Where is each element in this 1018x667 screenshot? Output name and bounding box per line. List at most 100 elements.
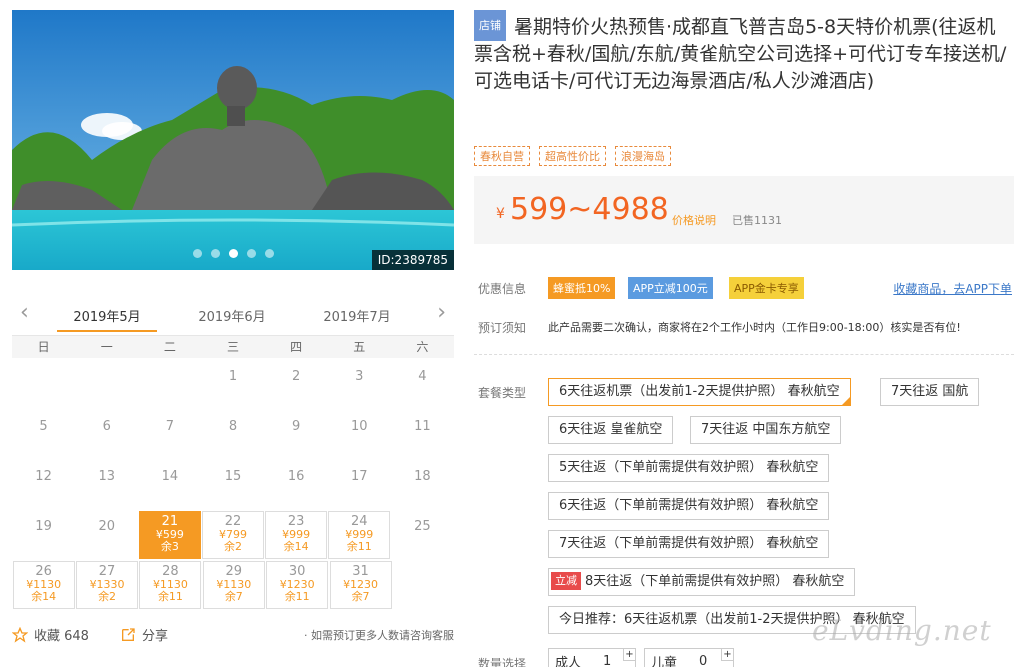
calendar-date-available[interactable]: 21 ¥599 余3 [138,511,201,559]
share-label: 分享 [142,629,169,644]
calendar-date [139,361,201,409]
calendar-date: 11 [392,411,454,459]
calendar-date-available[interactable]: 27 ¥1330 余2 [76,561,139,609]
calendar-week-row: 1 2 3 4 [12,360,454,410]
child-plus-button[interactable]: + [721,649,733,661]
calendar-date: 1 [202,361,264,409]
calendar-date [76,361,138,409]
product-tag: 春秋自营 [474,146,530,166]
package-option[interactable]: 6天往返 皇雀航空 [548,416,674,444]
calendar-date-available[interactable]: 24 ¥999 余11 [328,511,391,559]
weekday-label: 六 [416,340,429,354]
adult-quantity-stepper[interactable]: 成人 1 + [548,648,636,667]
calendar-date: 7 [139,411,201,459]
date-number: 14 [161,469,179,484]
calendar-week-row: 26 ¥1130 余14 27 ¥1330 余2 28 ¥1130 余11 29 ¥1130 余7 30… [12,560,454,610]
calendar-date-available[interactable]: 31 ¥1230 余7 [329,561,392,609]
calendar-date-available[interactable]: 28 ¥1130 余11 [139,561,202,609]
weekday-label: 五 [353,340,366,354]
promo-label: 优惠信息 [478,282,527,296]
weekday-label: 四 [290,340,303,354]
share-button[interactable]: 分享 [120,625,168,644]
carousel-dot[interactable] [228,249,238,258]
promo-badge: APP立减100元 [628,277,713,299]
date-number: 8 [228,419,238,434]
tab-month-may[interactable]: 2019年5月 [57,306,157,332]
prev-month-arrow-icon[interactable]: ‹ [20,300,29,325]
product-image-carousel[interactable]: ID:2389785 [12,10,454,270]
calendar-date: 17 [328,461,390,509]
date-number: 24 [351,514,368,529]
calendar-date: 3 [328,361,390,409]
calendar-date: 6 [76,411,138,459]
date-number: 29 [225,564,243,579]
date-number: 12 [35,469,52,484]
date-number: 11 [414,419,431,434]
calendar-date: 8 [202,411,264,459]
adult-plus-button[interactable]: + [623,649,635,661]
date-number: 18 [414,469,431,484]
package-option[interactable]: 7天往返 中国东方航空 [690,416,842,444]
favorite-button[interactable]: 收藏 648 [12,625,89,644]
group-booking-note: · 如需预订更多人数请咨询客服 [304,629,454,642]
quantity-label: 数量选择 [478,657,527,667]
package-option[interactable]: 立减 8天往返（下单前需提供有效护照） 春秋航空 [548,568,856,596]
star-icon [12,626,28,643]
date-number: 13 [98,469,115,484]
watermark: eLvding.net [812,614,992,647]
carousel-dot[interactable] [264,249,274,258]
weekday-label: 一 [100,340,113,354]
price-explanation-link[interactable]: 价格说明 [672,212,716,228]
left-footer: 收藏 648 分享 · 如需预订更多人数请咨询客服 [12,625,454,647]
date-number: 9 [291,419,301,434]
calendar-date-available[interactable]: 26 ¥1130 余14 [12,561,75,609]
calendar-date: 15 [202,461,264,509]
favorite-count: 收藏 648 [34,629,89,644]
carousel-dot[interactable] [210,249,220,258]
product-title-text: 暑期特价火热预售·成都直飞普吉岛5-8天特价机票(往返机票含税+春秋/国航/东航… [474,16,1007,92]
weekday-header: 日一二三四五六 [12,336,454,358]
calendar-date: 16 [265,461,327,509]
date-number: 23 [287,514,305,529]
date-number: 17 [351,469,368,484]
product-title: 店铺 暑期特价火热预售·成都直飞普吉岛5-8天特价机票(往返机票含税+春秋/国航/… [474,10,1014,95]
favorite-go-app-link[interactable]: 收藏商品，去APP下单 [893,280,1012,297]
package-option[interactable]: 6天往返机票（出发前1-2天提供护照） 春秋航空 [548,378,851,406]
calendar-date-available[interactable]: 29 ¥1130 余7 [202,561,265,609]
date-number: 5 [39,419,48,434]
date-number: 15 [224,469,242,484]
calendar-date: 4 [392,361,454,409]
calendar-date-available[interactable]: 30 ¥1230 余11 [266,561,329,609]
package-option[interactable]: 7天往返（下单前需提供有效护照） 春秋航空 [548,530,830,558]
promo-badge: APP金卡专享 [729,277,804,299]
next-month-arrow-icon[interactable]: › [437,300,446,325]
date-remaining: 余7 [351,590,370,603]
calendar-date: 25 [392,511,454,559]
child-quantity-stepper[interactable]: 儿童 0 + [644,648,734,667]
date-number: 21 [161,514,179,529]
calendar-week-row: 19 20 21 ¥599 余3 22 ¥799 余2 23 ¥999 余14 24 ¥999 余11 25 [12,510,454,560]
carousel-dot[interactable] [246,249,256,258]
date-number: 19 [35,519,52,534]
calendar-date: 14 [139,461,201,509]
date-number: 1 [228,369,238,384]
date-remaining: 余2 [223,540,242,553]
package-option[interactable]: 6天往返（下单前需提供有效护照） 春秋航空 [548,492,830,520]
package-option-label: 5天往返（下单前需提供有效护照） 春秋航空 [559,460,819,475]
package-option[interactable]: 7天往返 国航 [880,378,980,406]
package-option-label: 8天往返（下单前需提供有效护照） 春秋航空 [585,574,845,589]
tab-month-june[interactable]: 2019年6月 [187,306,277,325]
calendar-date-available[interactable]: 23 ¥999 余14 [265,511,328,559]
date-number: 2 [291,369,301,384]
calendar-date-available[interactable]: 22 ¥799 余2 [202,511,264,559]
carousel-dot[interactable] [192,249,202,258]
date-number: 22 [224,514,242,529]
package-label: 套餐类型 [478,386,527,400]
package-option-label: 6天往返机票（出发前1-2天提供护照） 春秋航空 [559,384,840,399]
package-option-label: 6天往返（下单前需提供有效护照） 春秋航空 [559,498,819,513]
weekday-label: 日 [37,340,50,354]
tab-month-july[interactable]: 2019年7月 [312,306,402,325]
package-option[interactable]: 5天往返（下单前需提供有效护照） 春秋航空 [548,454,830,482]
product-tags: 春秋自营 超高性价比 浪漫海岛 [474,146,671,166]
package-option-label: 7天往返（下单前需提供有效护照） 春秋航空 [559,536,819,551]
